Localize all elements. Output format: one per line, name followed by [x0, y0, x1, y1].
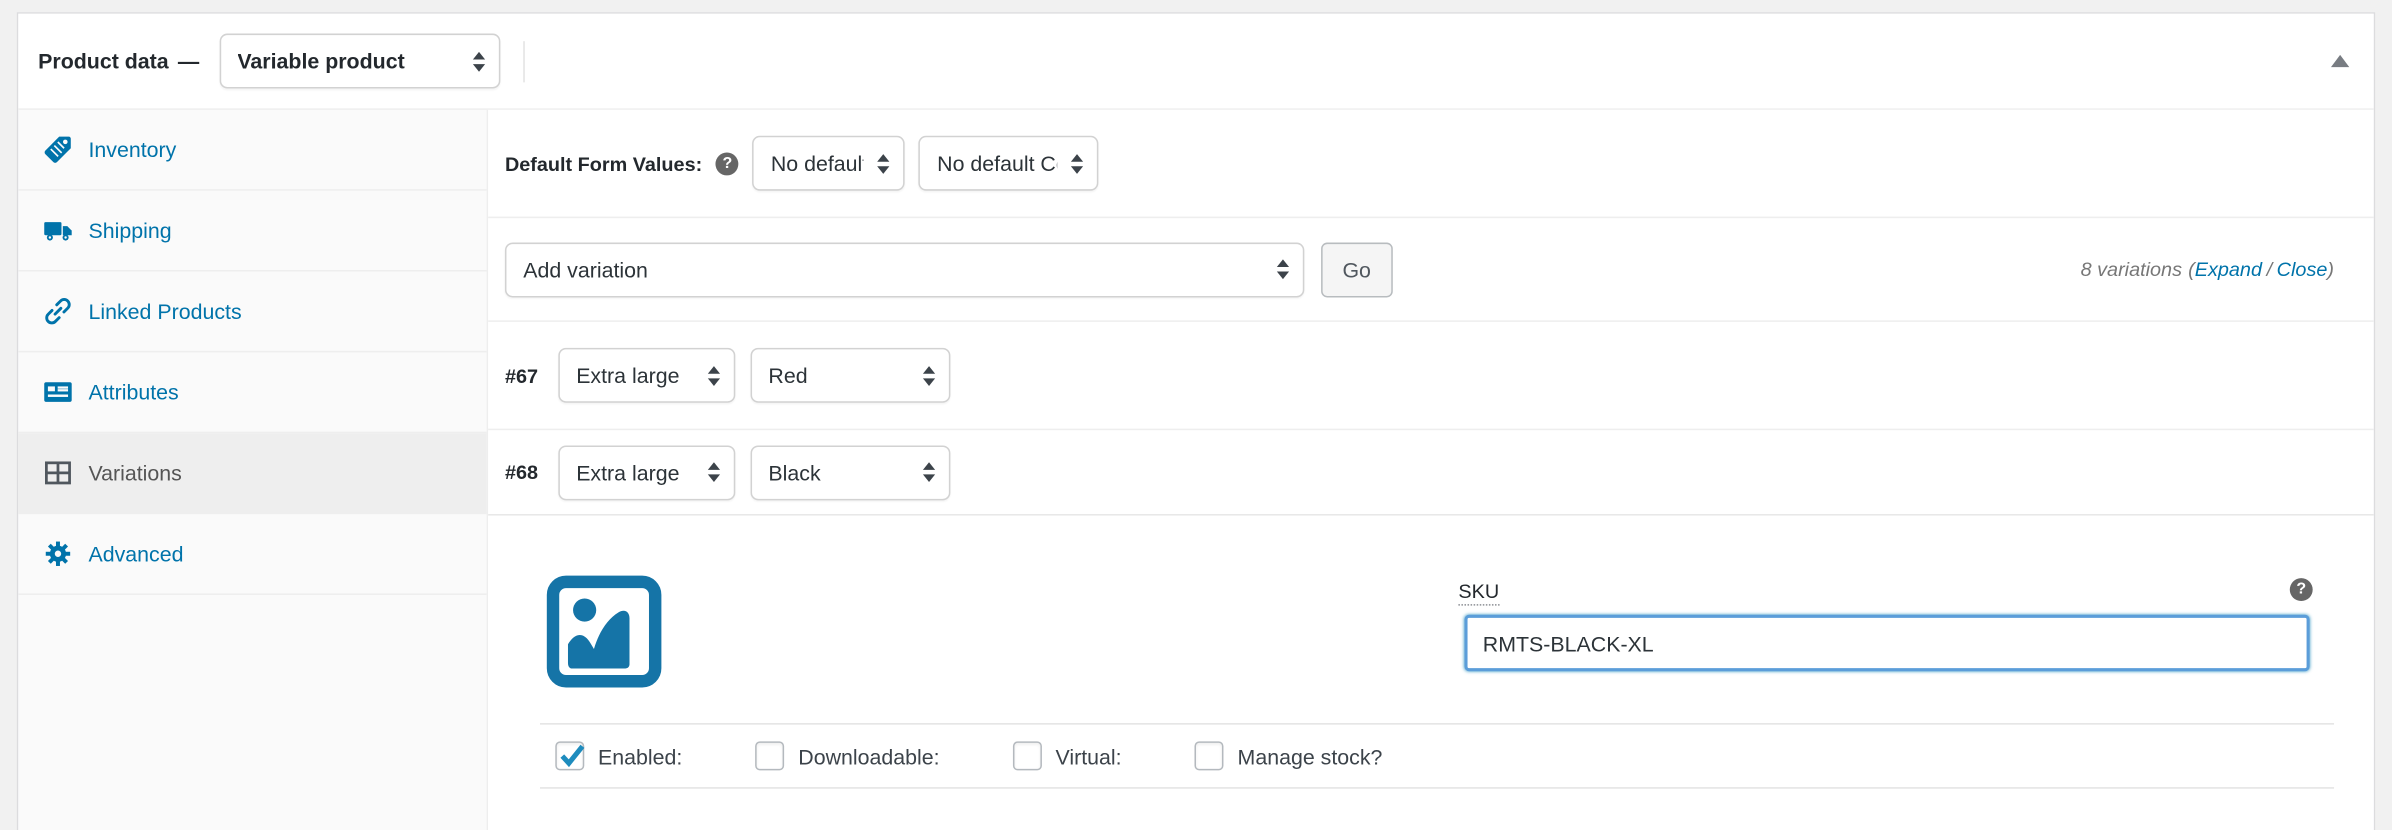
variations-panel: Default Form Values: ? No default Size… …	[488, 110, 2374, 830]
default-form-values-row: Default Form Values: ? No default Size… …	[488, 110, 2374, 218]
variation-68-detail: SKU ? Enabled:	[488, 516, 2374, 830]
sidebar-item-advanced[interactable]: Advanced	[18, 514, 486, 595]
product-data-tabs: Inventory Shipping Linked Products	[18, 110, 488, 830]
checkmark-icon	[557, 740, 588, 771]
tag-icon	[43, 134, 74, 165]
paren-close: )	[2327, 258, 2334, 281]
select-arrows-icon	[472, 51, 484, 71]
sidebar-item-label: Linked Products	[88, 299, 241, 323]
sku-label: SKU	[1458, 580, 1499, 606]
product-data-metabox-page: Product data — Variable product Inventory	[0, 0, 2392, 830]
slash-separator: /	[2267, 258, 2273, 281]
variation-68-colour-select[interactable]: Black	[750, 445, 950, 500]
manage-stock-label: Manage stock?	[1238, 744, 1383, 768]
select-arrows-icon	[922, 365, 934, 385]
variation-67-colour-select[interactable]: Red	[750, 348, 950, 403]
sidebar-item-attributes[interactable]: Attributes	[18, 352, 486, 433]
sku-input[interactable]	[1464, 615, 2309, 671]
grid-icon	[43, 458, 74, 489]
select-arrows-icon	[707, 365, 719, 385]
variation-row-68: #68 Extra large Black	[488, 430, 2374, 515]
variation-action-select[interactable]: Add variation	[505, 242, 1304, 297]
sidebar-item-label: Shipping	[88, 218, 171, 242]
downloadable-label: Downloadable:	[798, 744, 939, 768]
sidebar-item-variations[interactable]: Variations	[18, 433, 486, 514]
link-icon	[43, 296, 74, 327]
virtual-label: Virtual:	[1056, 744, 1122, 768]
go-button[interactable]: Go	[1321, 242, 1392, 297]
enabled-checkbox[interactable]	[555, 741, 584, 770]
downloadable-checkbox[interactable]	[756, 741, 785, 770]
product-data-title: Product data	[38, 49, 169, 73]
select-arrows-icon	[1277, 259, 1289, 279]
variation-options-row: Enabled: Downloadable: Vir	[540, 723, 2334, 789]
select-arrows-icon	[878, 153, 890, 173]
help-icon[interactable]: ?	[2290, 578, 2313, 601]
variation-id: #67	[505, 364, 538, 387]
sidebar-item-label: Advanced	[88, 542, 183, 566]
image-placeholder-icon[interactable]	[546, 575, 662, 688]
variation-row-67: #67 Extra large Red	[488, 322, 2374, 430]
help-icon[interactable]: ?	[716, 152, 739, 175]
enabled-option: Enabled:	[555, 741, 682, 770]
default-size-select[interactable]: No default Size…	[753, 136, 906, 191]
truck-icon	[43, 215, 74, 246]
collapse-panel-button[interactable]	[2331, 55, 2349, 67]
variations-count: 8 variations(Expand/Close)	[2081, 258, 2334, 281]
sidebar-item-label: Inventory	[88, 137, 176, 161]
expand-link[interactable]: Expand	[2195, 258, 2262, 281]
sidebar-item-shipping[interactable]: Shipping	[18, 191, 486, 272]
manage-stock-option: Manage stock?	[1195, 741, 1383, 770]
header-divider	[523, 40, 525, 81]
select-arrows-icon	[1071, 153, 1083, 173]
sidebar-item-label: Variations	[88, 461, 181, 485]
virtual-checkbox[interactable]	[1013, 741, 1042, 770]
select-arrows-icon	[922, 462, 934, 482]
default-colour-select[interactable]: No default Colour…	[919, 136, 1099, 191]
downloadable-option: Downloadable:	[756, 741, 940, 770]
product-data-metabox: Product data — Variable product Inventory	[17, 12, 2375, 830]
default-form-values-label: Default Form Values:	[505, 152, 702, 175]
product-type-select[interactable]: Variable product	[219, 34, 500, 89]
metabox-body: Inventory Shipping Linked Products	[18, 110, 2373, 830]
title-dash: —	[178, 49, 199, 73]
variation-id: #68	[505, 461, 538, 484]
manage-stock-checkbox[interactable]	[1195, 741, 1224, 770]
enabled-label: Enabled:	[598, 744, 682, 768]
select-arrows-icon	[707, 462, 719, 482]
variation-67-size-select[interactable]: Extra large	[558, 348, 735, 403]
page-title: Product data —	[29, 49, 202, 73]
gear-icon	[43, 539, 74, 570]
variations-count-text: 8 variations	[2081, 258, 2182, 281]
metabox-header: Product data — Variable product	[18, 14, 2373, 110]
close-link[interactable]: Close	[2277, 258, 2328, 281]
sidebar-item-inventory[interactable]: Inventory	[18, 110, 486, 191]
sidebar-item-label: Attributes	[88, 380, 178, 404]
card-icon	[43, 377, 74, 408]
variation-68-size-select[interactable]: Extra large	[558, 445, 735, 500]
variations-toolbar: Add variation Go 8 variations(Expand/Clo…	[488, 218, 2374, 322]
virtual-option: Virtual:	[1013, 741, 1122, 770]
sidebar-item-linked-products[interactable]: Linked Products	[18, 272, 486, 353]
